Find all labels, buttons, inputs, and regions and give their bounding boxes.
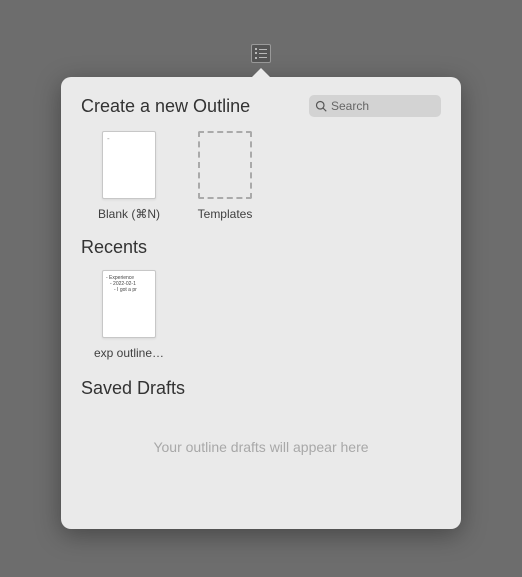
saved-drafts-title: Saved Drafts <box>81 378 441 399</box>
new-outline-popover: Create a new Outline Blank (⌘N) Template… <box>61 77 461 529</box>
create-items-row: Blank (⌘N) Templates <box>95 131 441 221</box>
header-row: Create a new Outline <box>81 95 441 117</box>
templates-label: Templates <box>198 207 253 221</box>
outline-app-icon[interactable] <box>251 44 271 63</box>
recent-thumbnail: - Experience - 2022-02-1 - I got a pr <box>102 270 156 338</box>
blank-outline-item[interactable]: Blank (⌘N) <box>95 131 163 221</box>
search-container <box>309 95 441 117</box>
search-icon <box>315 100 327 112</box>
recent-preview-line: - I got a pr <box>114 287 152 293</box>
templates-item[interactable]: Templates <box>191 131 259 221</box>
recent-label: exp outline… <box>94 346 164 360</box>
saved-drafts-section: Saved Drafts Your outline drafts will ap… <box>81 378 441 455</box>
blank-thumbnail <box>102 131 156 199</box>
search-input[interactable] <box>309 95 441 117</box>
empty-drafts-message: Your outline drafts will appear here <box>81 439 441 455</box>
blank-label: Blank (⌘N) <box>98 207 160 221</box>
create-title: Create a new Outline <box>81 96 250 117</box>
templates-thumbnail <box>198 131 252 199</box>
recents-title: Recents <box>81 237 441 258</box>
recent-item[interactable]: - Experience - 2022-02-1 - I got a pr ex… <box>95 270 163 360</box>
